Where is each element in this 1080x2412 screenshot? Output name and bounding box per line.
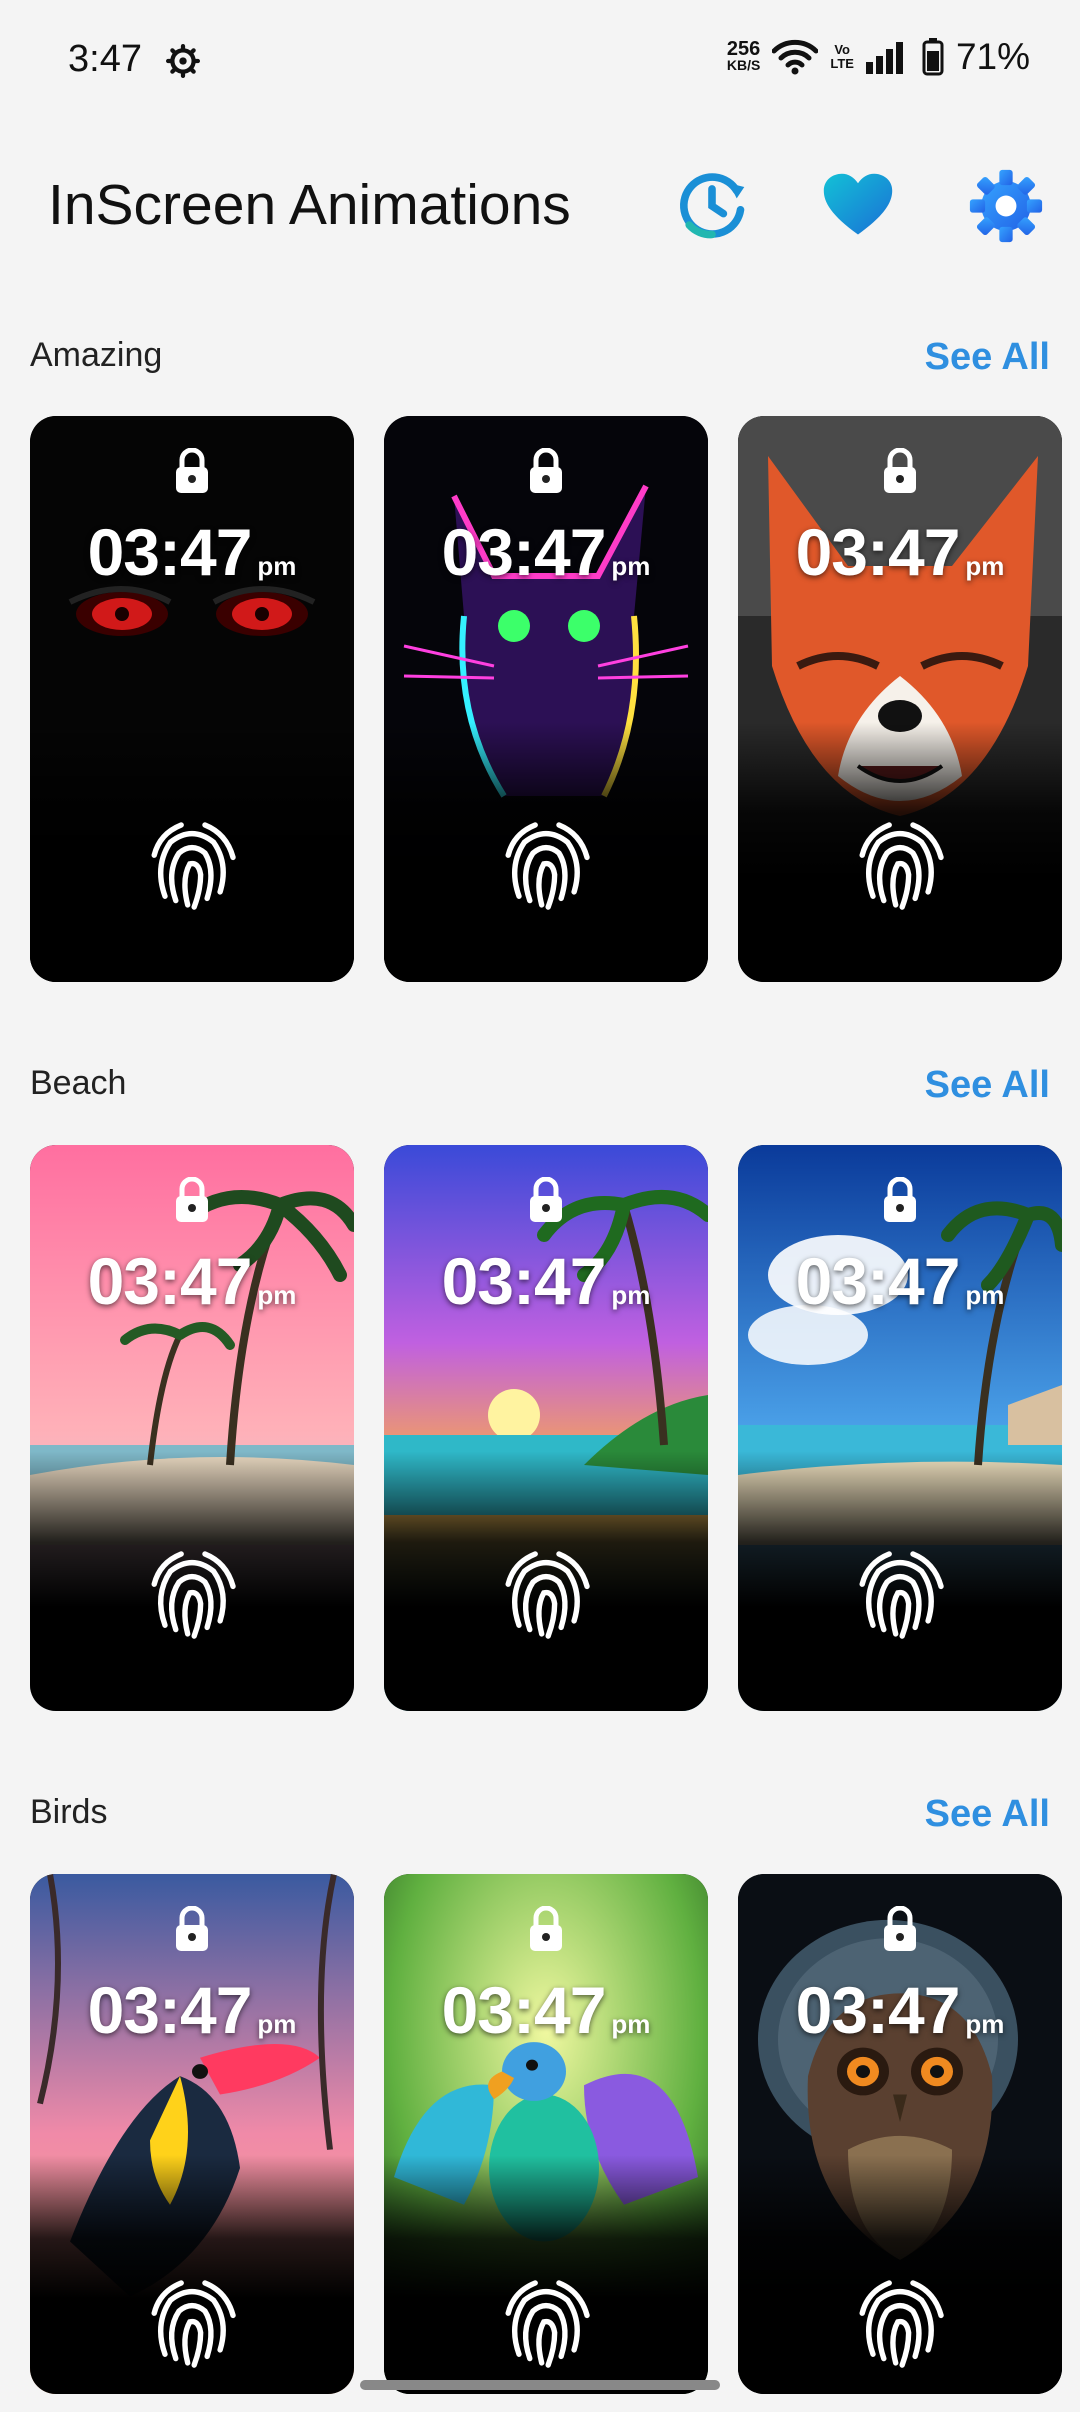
card-ampm: pm [257, 551, 297, 581]
animation-card[interactable]: 03:47 pm [384, 1145, 708, 1711]
card-ampm: pm [965, 551, 1005, 581]
card-time: 03:47 [441, 515, 607, 589]
card-clock: 03:47 pm [384, 1972, 708, 2048]
card-clock: 03:47 pm [738, 1243, 1062, 1319]
wifi-icon [772, 39, 819, 75]
card-time: 03:47 [795, 1244, 961, 1318]
animation-card[interactable]: 03:47 pm [30, 1145, 354, 1711]
network-speed-unit: KB/S [726, 57, 761, 73]
signal-icon [865, 42, 903, 74]
animation-card[interactable]: 03:47 pm [738, 416, 1062, 982]
fingerprint-icon [151, 822, 236, 910]
card-time: 03:47 [795, 1973, 961, 2047]
fingerprint-icon [505, 1551, 590, 1639]
animation-card[interactable]: 03:47 pm [738, 1874, 1062, 2394]
section-title-amazing: Amazing [30, 336, 163, 374]
card-clock: 03:47 pm [30, 514, 354, 590]
animation-card[interactable]: 03:47 pm [384, 1874, 708, 2394]
card-time: 03:47 [795, 515, 961, 589]
lock-icon [176, 448, 208, 493]
animation-card[interactable]: 03:47 pm [30, 1874, 354, 2394]
card-clock: 03:47 pm [384, 514, 708, 590]
network-speed: 256 KB/S [726, 38, 761, 73]
card-ampm: pm [611, 551, 651, 581]
card-ampm: pm [257, 1280, 297, 1310]
lock-icon [176, 1906, 208, 1951]
animation-card[interactable]: 03:47 pm [30, 416, 354, 982]
card-clock: 03:47 pm [738, 1972, 1062, 2048]
card-ampm: pm [257, 2009, 297, 2039]
lock-icon [176, 1177, 208, 1222]
fingerprint-icon [859, 2280, 944, 2368]
lock-icon [530, 1906, 562, 1951]
card-ampm: pm [965, 2009, 1005, 2039]
network-speed-value: 256 [726, 38, 761, 60]
card-clock: 03:47 pm [384, 1243, 708, 1319]
lock-icon [884, 448, 916, 493]
card-time: 03:47 [87, 515, 253, 589]
lock-icon [884, 1177, 916, 1222]
status-bar: 3:47 256 KB/S Vo LTE 71% [0, 0, 1080, 125]
volte-top: Vo [834, 42, 850, 57]
see-all-birds-link[interactable]: See All [925, 1793, 1050, 1836]
history-icon[interactable] [674, 168, 750, 244]
card-clock: 03:47 pm [30, 1243, 354, 1319]
fingerprint-icon [859, 1551, 944, 1639]
animation-card[interactable]: 03:47 pm [384, 416, 708, 982]
status-time: 3:47 [68, 38, 142, 80]
card-ampm: pm [965, 1280, 1005, 1310]
card-time: 03:47 [87, 1973, 253, 2047]
app-title: InScreen Animations [48, 173, 571, 237]
favorite-heart-icon[interactable] [820, 168, 896, 244]
volte-indicator: Vo LTE [830, 43, 854, 71]
settings-status-icon [166, 44, 200, 78]
fingerprint-icon [151, 1551, 236, 1639]
animation-card[interactable]: 03:47 pm [738, 1145, 1062, 1711]
lock-icon [530, 448, 562, 493]
status-indicators: 256 KB/S Vo LTE 71% [727, 36, 1030, 78]
see-all-beach-link[interactable]: See All [925, 1064, 1050, 1107]
card-time: 03:47 [87, 1244, 253, 1318]
lock-icon [884, 1906, 916, 1951]
settings-gear-icon[interactable] [968, 168, 1044, 244]
card-clock: 03:47 pm [30, 1972, 354, 2048]
volte-bottom: LTE [830, 56, 854, 71]
card-ampm: pm [611, 2009, 651, 2039]
battery-icon [922, 38, 944, 76]
card-ampm: pm [611, 1280, 651, 1310]
card-clock: 03:47 pm [738, 514, 1062, 590]
fingerprint-icon [859, 822, 944, 910]
section-title-beach: Beach [30, 1064, 127, 1102]
app-header: InScreen Animations [0, 150, 1080, 260]
section-title-birds: Birds [30, 1793, 108, 1831]
fingerprint-icon [151, 2280, 236, 2368]
card-time: 03:47 [441, 1244, 607, 1318]
see-all-amazing-link[interactable]: See All [925, 336, 1050, 379]
battery-percent: 71% [955, 36, 1030, 77]
gesture-nav-handle[interactable] [360, 2380, 720, 2390]
fingerprint-icon [505, 822, 590, 910]
card-time: 03:47 [441, 1973, 607, 2047]
lock-icon [530, 1177, 562, 1222]
fingerprint-icon [505, 2280, 590, 2368]
